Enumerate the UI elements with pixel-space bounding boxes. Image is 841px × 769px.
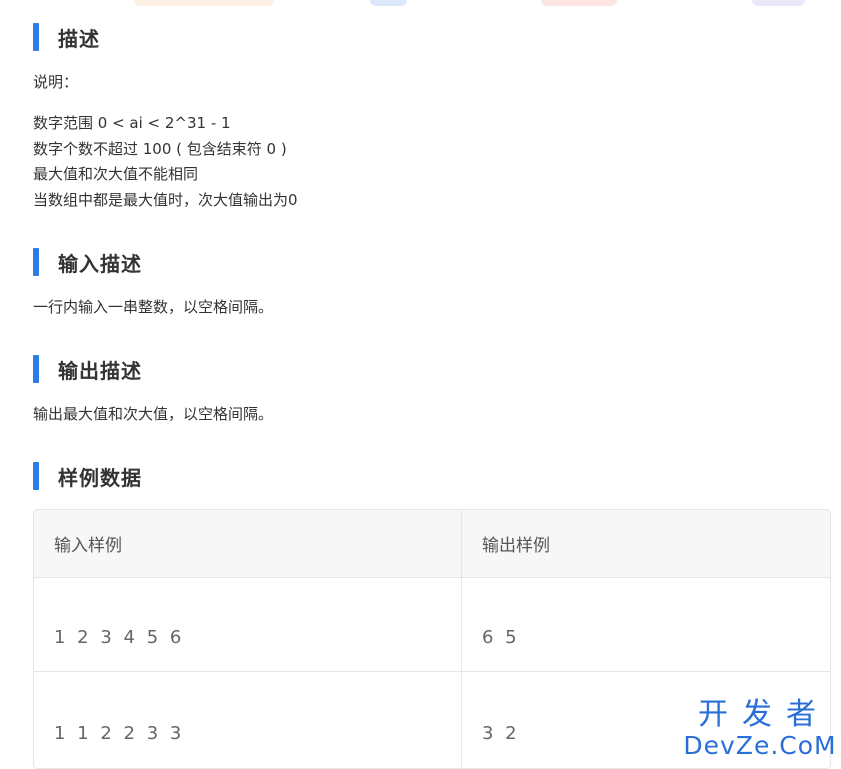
section-title-description: 描述 [58,26,100,51]
section-header-description: 描述 [33,22,100,52]
section-accent-bar [33,355,39,383]
table-header-output: 输出样例 [482,536,550,556]
section-accent-bar [33,462,39,490]
table-header-input: 输入样例 [34,510,462,577]
top-chip [134,0,274,6]
sample-input-cell[interactable]: 1 2 3 4 5 6 [34,578,462,671]
section-accent-bar [33,23,39,51]
section-header-output: 输出描述 [33,354,142,384]
section-header-input: 输入描述 [33,247,142,277]
description-line: 最大值和次大值不能相同 [33,165,199,183]
section-title-samples: 样例数据 [58,465,142,490]
table-row: 1 1 2 2 3 3 3 2 [34,672,830,768]
sample-output-cell[interactable]: 3 2 [462,672,830,768]
top-chip [752,0,805,6]
sample-input-cell[interactable]: 1 1 2 2 3 3 [34,672,462,768]
sample-data-table: 输入样例 输出样例 1 2 3 4 5 6 6 5 1 1 2 2 3 3 3 … [33,509,831,769]
table-header-row: 输入样例 输出样例 [34,510,830,578]
description-intro: 说明： [33,73,79,91]
section-title-output: 输出描述 [58,358,142,383]
description-line: 当数组中都是最大值时，次大值输出为0 [33,191,298,209]
description-line: 数字个数不超过 100 ( 包含结束符 0 ) [33,140,287,158]
table-row: 1 2 3 4 5 6 6 5 [34,578,830,672]
section-header-samples: 样例数据 [33,461,142,491]
description-line: 数字范围 0 < ai < 2^31 - 1 [33,114,231,132]
section-accent-bar [33,248,39,276]
section-title-input: 输入描述 [58,251,142,276]
sample-output-cell[interactable]: 6 5 [462,578,830,671]
output-description-text: 输出最大值和次大值，以空格间隔。 [33,405,274,423]
top-chip [541,0,617,6]
top-decoration [0,0,841,8]
input-description-text: 一行内输入一串整数，以空格间隔。 [33,298,274,316]
top-chip [370,0,407,6]
